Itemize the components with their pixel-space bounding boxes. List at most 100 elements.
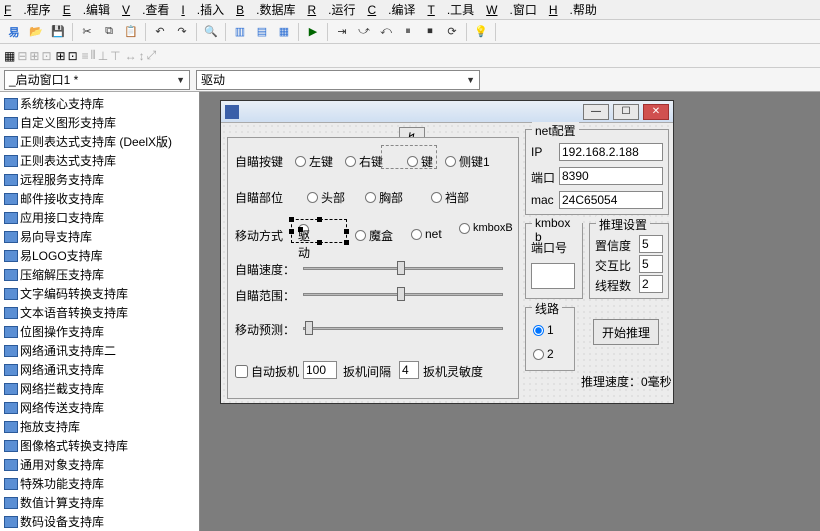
radio-right[interactable]: 右键 — [345, 153, 383, 170]
align1-icon[interactable]: ▦ — [4, 49, 15, 63]
menu-item[interactable]: W.窗口 — [486, 1, 537, 18]
library-item[interactable]: 通用对象支持库 — [0, 455, 199, 474]
align3-icon[interactable]: ⊞ — [29, 49, 39, 63]
edit-sens[interactable] — [399, 361, 419, 379]
dist2-icon[interactable]: ⫴ — [91, 48, 96, 63]
selected-radio-drive[interactable]: 驱动 — [291, 219, 347, 243]
control-combo[interactable]: 驱动▼ — [196, 70, 480, 90]
library-item[interactable]: 拖放支持库 — [0, 417, 199, 436]
library-item[interactable]: 远程服务支持库 — [0, 170, 199, 189]
maximize-button[interactable]: ☐ — [613, 104, 639, 120]
help-icon[interactable]: 💡 — [471, 22, 491, 42]
menu-item[interactable]: V.查看 — [122, 1, 169, 18]
radio-route1[interactable]: 1 — [533, 323, 554, 337]
edit-iou[interactable] — [639, 255, 663, 273]
library-item[interactable]: 邮件接收支持库 — [0, 189, 199, 208]
size3-icon[interactable]: ⤢ — [147, 48, 157, 63]
slider-aimrange-thumb[interactable] — [397, 287, 405, 301]
menu-item[interactable]: C.编译 — [367, 1, 415, 18]
align4-icon[interactable]: ⊡ — [41, 49, 51, 63]
library-item[interactable]: 图像格式转换支持库 — [0, 436, 199, 455]
form-body[interactable]: ↯ 自瞄按键 左键 右键 键 侧键1 自瞄部位 头部 胸部 裆部 移动方式 — [221, 123, 673, 403]
copy-icon[interactable]: ⧉ — [99, 22, 119, 42]
save-icon[interactable]: 💾 — [48, 22, 68, 42]
stepout-icon[interactable]: ⤺ — [376, 22, 396, 42]
align2-icon[interactable]: ⊟ — [17, 49, 27, 63]
radio-net[interactable]: net — [411, 227, 442, 241]
size1-icon[interactable]: ↔ — [125, 49, 137, 63]
radio-mohe[interactable]: 魔盒 — [355, 227, 393, 244]
find-icon[interactable]: 🔍 — [201, 22, 221, 42]
grid1-icon[interactable]: ⊞ — [56, 49, 66, 63]
library-item[interactable]: 易向导支持库 — [0, 227, 199, 246]
menu-item[interactable]: E.编辑 — [63, 1, 110, 18]
slider-predict[interactable] — [303, 327, 503, 330]
library-sidebar[interactable]: 系统核心支持库自定义图形支持库正则表达式支持库 (DeelX版)正则表达式支持库… — [0, 92, 200, 531]
size2-icon[interactable]: ↕ — [139, 49, 145, 63]
edit-mac[interactable] — [559, 191, 663, 209]
stepover-icon[interactable]: ⤻ — [354, 22, 374, 42]
radio-chest[interactable]: 胸部 — [365, 189, 403, 206]
library-item[interactable]: 压缩解压支持库 — [0, 265, 199, 284]
grid2-icon[interactable]: ⊡ — [68, 49, 78, 63]
break-icon[interactable]: ⏸ — [398, 22, 418, 42]
open-icon[interactable]: 📂 — [26, 22, 46, 42]
dist4-icon[interactable]: ⊤ — [110, 49, 120, 63]
menu-item[interactable]: B.数据库 — [236, 1, 295, 18]
start-infer-button[interactable]: 开始推理 — [593, 319, 659, 345]
edit-conf[interactable] — [639, 235, 663, 253]
slider-predict-thumb[interactable] — [305, 321, 313, 335]
library-item[interactable]: 网络通讯支持库二 — [0, 341, 199, 360]
run-icon[interactable]: ▶ — [303, 22, 323, 42]
radio-head[interactable]: 头部 — [307, 189, 345, 206]
panel3-icon[interactable]: ▦ — [274, 22, 294, 42]
dist1-icon[interactable]: ≡ — [82, 49, 89, 63]
stop-icon[interactable]: ⏹ — [420, 22, 440, 42]
panel2-icon[interactable]: ▤ — [252, 22, 272, 42]
radio-key[interactable]: 键 — [407, 153, 433, 170]
panel1-icon[interactable]: ▥ — [230, 22, 250, 42]
library-item[interactable]: 网络传送支持库 — [0, 398, 199, 417]
minimize-button[interactable]: — — [583, 104, 609, 120]
library-item[interactable]: 文字编码转换支持库 — [0, 284, 199, 303]
edit-port[interactable] — [559, 167, 663, 185]
step-icon[interactable]: ⇥ — [332, 22, 352, 42]
library-item[interactable]: 网络拦截支持库 — [0, 379, 199, 398]
library-item[interactable]: 正则表达式支持库 (DeelX版) — [0, 132, 199, 151]
edit-kmbox-port[interactable] — [531, 263, 575, 289]
menu-item[interactable]: F.程序 — [4, 1, 51, 18]
radio-route2[interactable]: 2 — [533, 347, 554, 361]
undo-icon[interactable]: ↶ — [150, 22, 170, 42]
cut-icon[interactable]: ✂ — [77, 22, 97, 42]
radio-crotch[interactable]: 裆部 — [431, 189, 469, 206]
edit-interval[interactable] — [303, 361, 337, 379]
library-item[interactable]: 特殊功能支持库 — [0, 474, 199, 493]
slider-aimspeed-thumb[interactable] — [397, 261, 405, 275]
library-item[interactable]: 位图操作支持库 — [0, 322, 199, 341]
library-item[interactable]: 正则表达式支持库 — [0, 151, 199, 170]
menu-item[interactable]: I.插入 — [181, 1, 224, 18]
menu-item[interactable]: R.运行 — [307, 1, 355, 18]
redo-icon[interactable]: ↷ — [172, 22, 192, 42]
library-item[interactable]: 文本语音转换支持库 — [0, 303, 199, 322]
library-item[interactable]: 自定义图形支持库 — [0, 113, 199, 132]
restart-icon[interactable]: ⟳ — [442, 22, 462, 42]
menu-item[interactable]: T.工具 — [427, 1, 474, 18]
check-autotrigger[interactable]: 自动扳机 — [235, 363, 299, 380]
edit-threads[interactable] — [639, 275, 663, 293]
radio-left[interactable]: 左键 — [295, 153, 333, 170]
library-item[interactable]: 网络通讯支持库 — [0, 360, 199, 379]
library-item[interactable]: 应用接口支持库 — [0, 208, 199, 227]
library-item[interactable]: 系统核心支持库 — [0, 94, 199, 113]
radio-side1[interactable]: 侧键1 — [445, 153, 490, 170]
library-item[interactable]: 数值计算支持库 — [0, 493, 199, 512]
library-item[interactable]: 数码设备支持库 — [0, 512, 199, 531]
menu-item[interactable]: H.帮助 — [549, 1, 597, 18]
radio-kmboxb[interactable]: kmboxB — [459, 223, 513, 234]
close-button[interactable]: ✕ — [643, 104, 669, 120]
window-combo[interactable]: _启动窗口1 *▼ — [4, 70, 190, 90]
edit-ip[interactable] — [559, 143, 663, 161]
dist3-icon[interactable]: ⊥ — [98, 49, 108, 63]
titlebar[interactable]: — ☐ ✕ — [221, 101, 673, 123]
paste-icon[interactable]: 📋 — [121, 22, 141, 42]
